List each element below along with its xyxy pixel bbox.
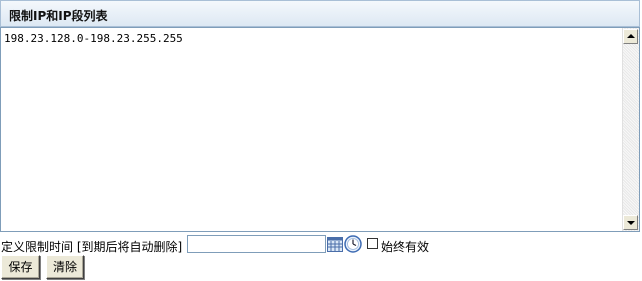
time-limit-input[interactable]	[187, 235, 326, 253]
ip-list-content[interactable]: 198.23.128.0-198.23.255.255	[4, 32, 183, 45]
scroll-up-button[interactable]	[623, 29, 638, 44]
panel-title: 限制IP和IP段列表	[9, 9, 108, 23]
arrow-down-icon	[627, 221, 635, 225]
save-button[interactable]: 保存	[1, 255, 40, 279]
arrow-up-icon	[627, 34, 635, 38]
scroll-down-button[interactable]	[623, 215, 638, 230]
time-limit-row: 定义限制时间 [到期后将自动删除] 始终有效	[0, 235, 642, 255]
ip-list-textarea[interactable]: 198.23.128.0-198.23.255.255	[0, 27, 640, 232]
clear-button[interactable]: 清除	[46, 255, 84, 279]
calendar-icon[interactable]	[327, 236, 343, 252]
always-valid-checkbox[interactable]	[367, 238, 378, 249]
clock-icon[interactable]	[344, 235, 362, 253]
panel-header: 限制IP和IP段列表	[0, 0, 640, 27]
vertical-scrollbar[interactable]	[622, 28, 639, 231]
always-valid-label: 始终有效	[381, 240, 430, 254]
time-limit-label: 定义限制时间 [到期后将自动删除]	[1, 240, 183, 254]
